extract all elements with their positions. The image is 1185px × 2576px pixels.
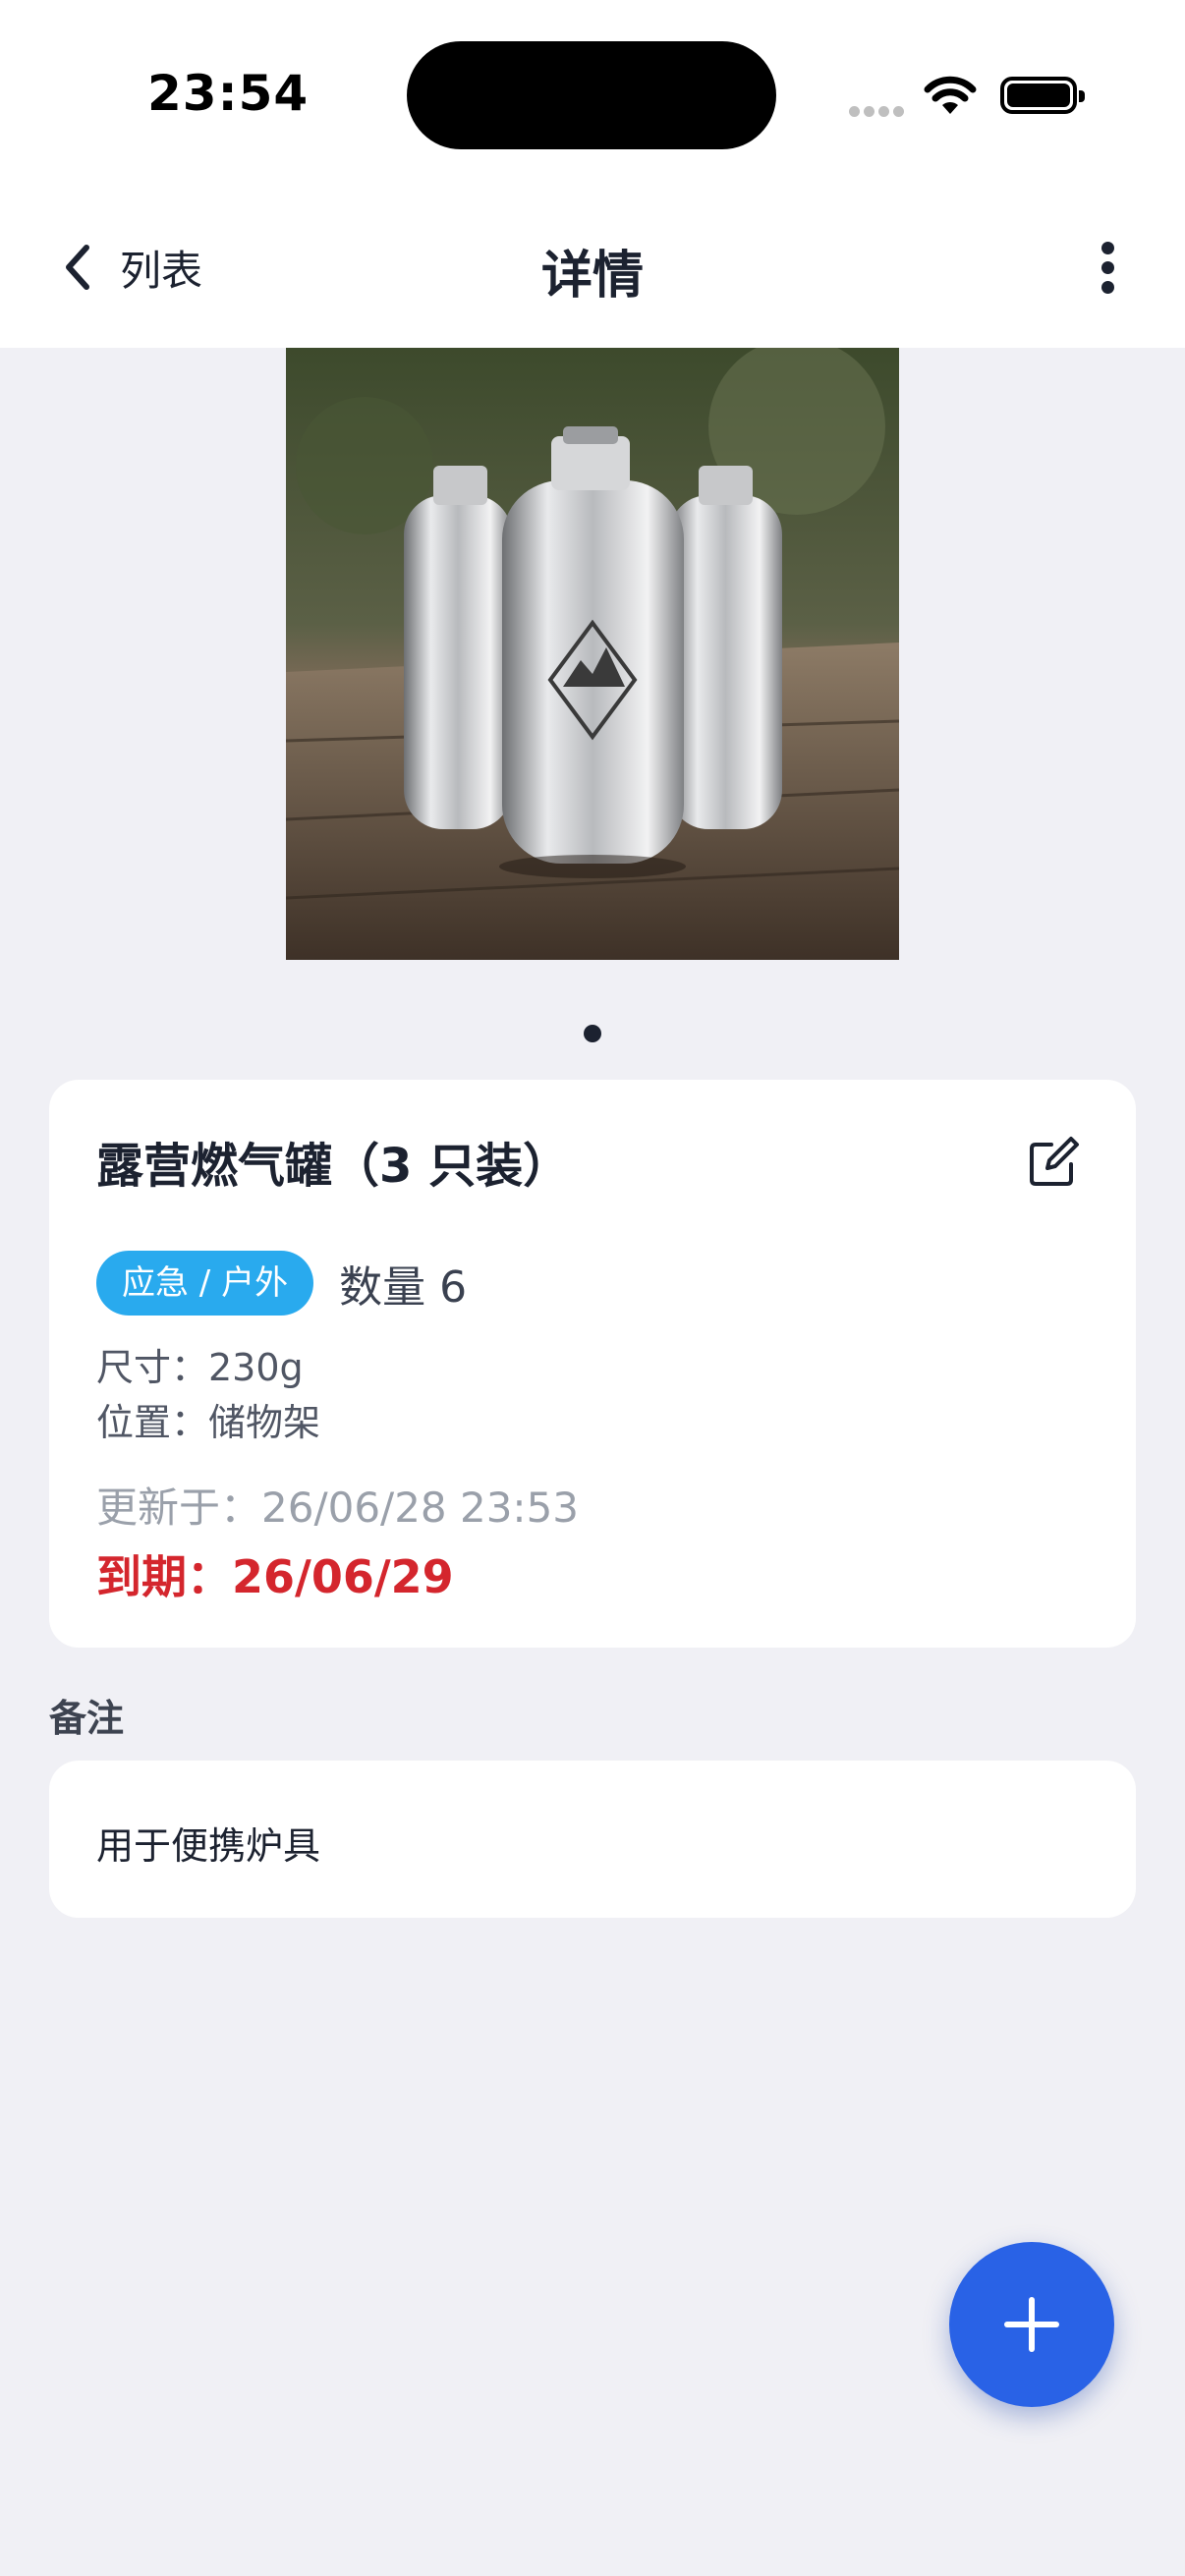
add-button[interactable] (949, 2242, 1114, 2407)
page-dot-active (584, 1025, 601, 1042)
size-text: 尺寸：230g (96, 1346, 304, 1389)
dynamic-island (407, 41, 776, 149)
status-bar: 23:54 (0, 0, 1185, 187)
page-title: 详情 (540, 247, 644, 306)
notes-card: 用于便携炉具 (49, 1761, 1136, 1918)
category-tag[interactable]: 应急 / 户外 (96, 1251, 314, 1316)
battery-icon (1000, 77, 1085, 114)
cellular-signal-icon (849, 102, 908, 117)
location-text: 位置：储物架 (96, 1401, 321, 1444)
status-time: 23:54 (147, 65, 310, 122)
item-detail-card: 露营燃气罐（3 只装） 应急 / 户外 数量 6 尺寸：230g 位置：储物架 … (49, 1080, 1136, 1648)
wifi-icon (924, 76, 977, 114)
item-title: 露营燃气罐（3 只装） (96, 1139, 571, 1194)
notes-text: 用于便携炉具 (96, 1824, 321, 1868)
notes-heading: 备注 (49, 1697, 125, 1740)
quantity-text: 数量 6 (339, 1262, 468, 1313)
navigation-bar: 列表 详情 (0, 187, 1185, 348)
plus-icon (1004, 2297, 1059, 2352)
gallery-page-indicator (0, 1025, 1185, 1046)
updated-timestamp: 更新于：26/06/28 23:53 (96, 1484, 580, 1532)
gas-canisters-image (286, 348, 899, 960)
edit-icon[interactable] (1026, 1135, 1081, 1190)
expiry-date: 到期：26/06/29 (96, 1550, 454, 1603)
item-photo[interactable] (286, 348, 899, 960)
more-vertical-icon[interactable] (1089, 238, 1128, 297)
